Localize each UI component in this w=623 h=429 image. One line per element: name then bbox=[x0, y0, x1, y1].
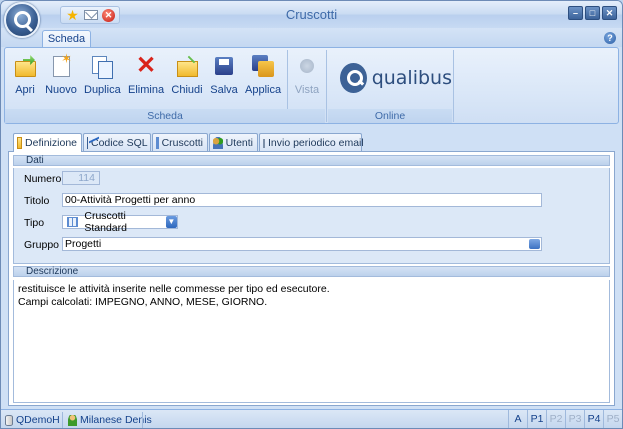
delete-icon: ✕ bbox=[135, 52, 157, 79]
user-icon bbox=[68, 414, 77, 426]
descrizione-header: Descrizione bbox=[13, 266, 610, 277]
tipo-label: Tipo bbox=[24, 217, 45, 229]
users-icon bbox=[213, 136, 223, 149]
salva-label: Salva bbox=[210, 84, 238, 96]
nuovo-button[interactable]: Nuovo bbox=[43, 51, 79, 105]
vista-button[interactable]: Vista bbox=[289, 55, 325, 105]
descrizione-textarea[interactable]: restituisce le attività inserite nelle c… bbox=[13, 280, 610, 403]
ribbon-group-online: qualibus Online bbox=[328, 48, 452, 123]
applica-button[interactable]: Applica bbox=[245, 55, 281, 105]
folder-open-icon bbox=[14, 55, 36, 77]
duplica-label: Duplica bbox=[84, 84, 121, 96]
status-separator bbox=[142, 412, 143, 428]
gruppo-field[interactable]: Progetti bbox=[62, 237, 542, 251]
save-icon bbox=[213, 55, 235, 77]
titolo-label: Titolo bbox=[24, 195, 50, 207]
qualibus-logo-icon bbox=[14, 11, 31, 28]
salva-button[interactable]: Salva bbox=[206, 55, 242, 105]
tab-codice-sql[interactable]: Codice SQL bbox=[83, 133, 151, 151]
lookup-button-icon[interactable] bbox=[529, 239, 540, 249]
status-indicator-p2: P2 bbox=[546, 410, 565, 428]
definizione-panel: Dati Numero 114 Titolo 00-Attività Proge… bbox=[8, 151, 615, 406]
elimina-label: Elimina bbox=[128, 84, 165, 96]
folder-icon bbox=[17, 137, 23, 149]
minimize-icon[interactable]: – bbox=[568, 6, 583, 20]
vista-label: Vista bbox=[294, 84, 320, 96]
tab-cruscotti[interactable]: Cruscotti bbox=[152, 133, 208, 151]
tab-label: Invio periodico email bbox=[268, 136, 364, 149]
status-indicator-p4: P4 bbox=[584, 410, 603, 428]
ribbon-group-label-online: Online bbox=[328, 109, 452, 123]
title-bar: ★ ✕ Cruscotti – □ ✕ bbox=[1, 1, 622, 28]
ribbon-group-separator bbox=[326, 50, 327, 122]
applica-label: Applica bbox=[245, 84, 282, 96]
app-menu-button[interactable] bbox=[4, 2, 40, 38]
grid-icon bbox=[156, 136, 159, 149]
help-icon[interactable]: ? bbox=[604, 32, 616, 44]
chart-icon bbox=[87, 136, 88, 149]
grid-icon bbox=[67, 217, 79, 227]
status-indicator-a: A bbox=[508, 410, 527, 428]
qualibus-logo-icon bbox=[340, 63, 367, 93]
apri-label: Apri bbox=[15, 84, 35, 96]
view-icon bbox=[296, 55, 318, 77]
status-indicator-p1: P1 bbox=[527, 410, 546, 428]
maximize-icon[interactable]: □ bbox=[585, 6, 600, 20]
tab-definizione[interactable]: Definizione bbox=[13, 133, 82, 152]
ribbon-group-scheda: Apri Nuovo Duplica ✕ Elimina Chiudi Salv… bbox=[5, 48, 325, 123]
tab-label: Definizione bbox=[25, 137, 77, 149]
ribbon-tab-scheda[interactable]: Scheda bbox=[42, 30, 91, 48]
ribbon: Apri Nuovo Duplica ✕ Elimina Chiudi Salv… bbox=[4, 47, 619, 124]
duplica-button[interactable]: Duplica bbox=[84, 55, 121, 105]
dati-header: Dati bbox=[13, 155, 610, 166]
numero-field: 114 bbox=[62, 171, 100, 185]
titolo-field[interactable]: 00-Attività Progetti per anno bbox=[62, 193, 542, 207]
status-bar: QDemoH Milanese Denis A P1 P2 P3 P4 P5 bbox=[1, 409, 622, 428]
database-icon bbox=[5, 414, 13, 426]
qualibus-online-button[interactable]: qualibus bbox=[340, 59, 452, 97]
status-user: Milanese Denis bbox=[68, 413, 152, 427]
status-separator bbox=[62, 412, 63, 428]
tab-label: Codice SQL bbox=[91, 136, 148, 149]
gruppo-value: Progetti bbox=[65, 238, 102, 250]
chiudi-label: Chiudi bbox=[171, 84, 203, 96]
numero-label: Numero bbox=[24, 173, 62, 185]
chevron-down-icon[interactable]: ▼ bbox=[165, 216, 177, 228]
apri-button[interactable]: Apri bbox=[7, 55, 43, 105]
tab-label: Cruscotti bbox=[161, 136, 203, 149]
status-indicators: A P1 P2 P3 P4 P5 bbox=[508, 410, 622, 428]
content-area: Definizione Codice SQL Cruscotti Utenti … bbox=[4, 128, 619, 408]
chiudi-button[interactable]: Chiudi bbox=[169, 55, 205, 105]
dati-section: Numero 114 Titolo 00-Attività Progetti p… bbox=[13, 168, 610, 264]
ribbon-tabstrip bbox=[1, 28, 622, 47]
tipo-select[interactable]: Cruscotti Standard ▼ bbox=[62, 210, 178, 234]
qualibus-logo-text: qualibus bbox=[371, 67, 452, 89]
window-title: Cruscotti bbox=[285, 7, 338, 22]
ribbon-group-label-scheda: Scheda bbox=[5, 109, 325, 123]
duplicate-icon bbox=[91, 55, 113, 79]
status-indicator-p3: P3 bbox=[565, 410, 584, 428]
status-indicator-p5: P5 bbox=[603, 410, 622, 428]
nuovo-label: Nuovo bbox=[45, 84, 77, 96]
tab-utenti[interactable]: Utenti bbox=[209, 133, 258, 151]
close-folder-icon bbox=[176, 55, 198, 77]
ribbon-group-separator bbox=[453, 50, 454, 122]
close-icon[interactable]: ✕ bbox=[602, 6, 617, 20]
database-name: QDemoH bbox=[16, 414, 60, 426]
tab-label: Utenti bbox=[225, 136, 253, 149]
elimina-button[interactable]: ✕ Elimina bbox=[128, 52, 165, 105]
gruppo-label: Gruppo bbox=[24, 239, 60, 251]
new-document-icon bbox=[50, 51, 72, 77]
status-database: QDemoH bbox=[5, 413, 60, 427]
tab-invio-periodico-email[interactable]: Invio periodico email bbox=[259, 133, 364, 151]
apply-icon bbox=[252, 55, 274, 77]
mail-icon bbox=[263, 139, 265, 148]
app-window: ★ ✕ Cruscotti – □ ✕ Scheda ? Apri Nuovo … bbox=[0, 0, 623, 429]
tipo-value: Cruscotti Standard bbox=[84, 210, 127, 234]
